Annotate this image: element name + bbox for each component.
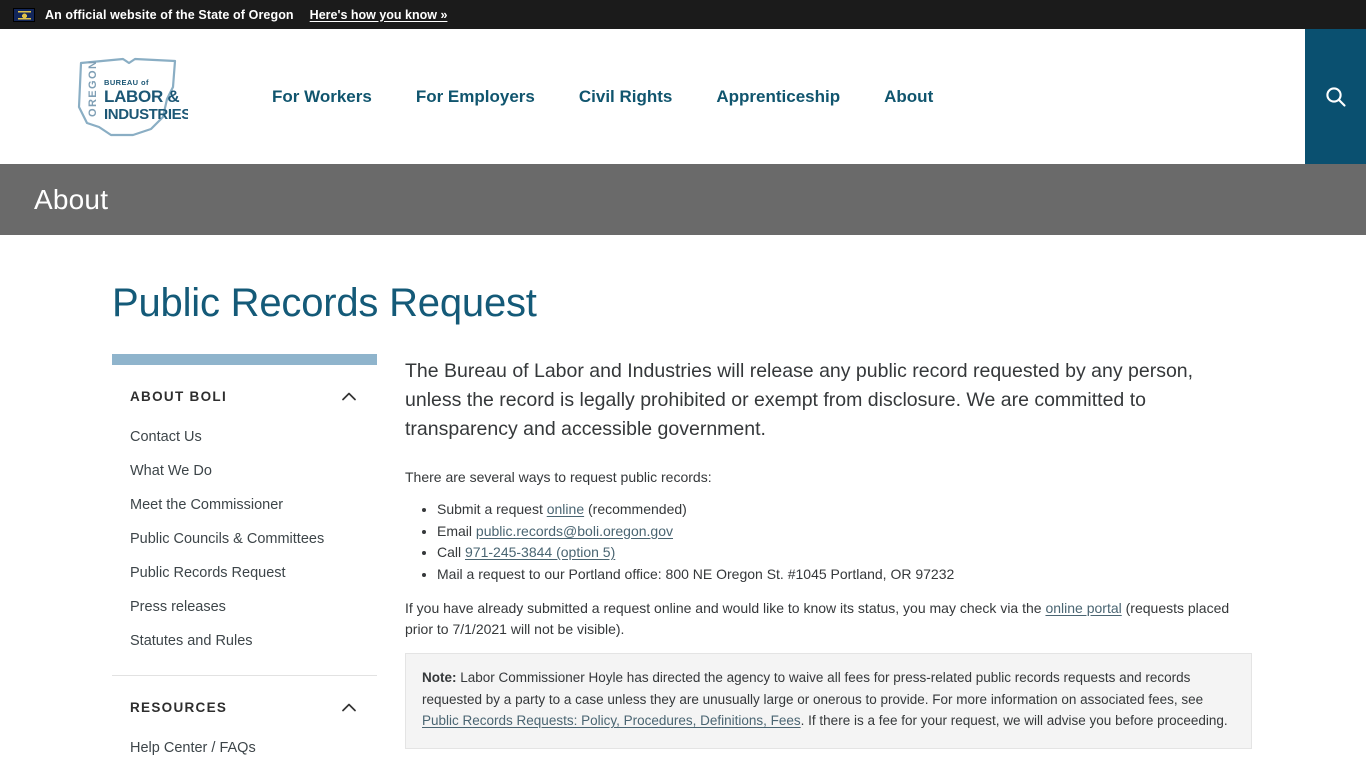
chevron-up-icon	[342, 392, 356, 401]
nav-item-for-workers[interactable]: For Workers	[250, 77, 394, 117]
email-link[interactable]: public.records@boli.oregon.gov	[476, 523, 673, 539]
boli-logo[interactable]: OREGON BUREAU of LABOR & INDUSTRIES	[0, 47, 250, 147]
nav-item-civil-rights[interactable]: Civil Rights	[557, 77, 695, 117]
note-prefix: Labor Commissioner Hoyle has directed th…	[422, 670, 1204, 707]
sidebar-item-contact-us[interactable]: Contact Us	[112, 420, 377, 454]
method-prefix: Mail a request to our Portland office: 8…	[437, 565, 955, 582]
online-portal-link[interactable]: online portal	[1045, 600, 1121, 616]
status-prefix: If you have already submitted a request …	[405, 600, 1046, 616]
nav-item-for-employers[interactable]: For Employers	[394, 77, 557, 117]
status-paragraph: If you have already submitted a request …	[405, 598, 1253, 640]
heres-how-you-know-link[interactable]: Here's how you know »	[310, 8, 448, 22]
sidebar-item-statutes-and-rules[interactable]: Statutes and Rules	[112, 624, 377, 658]
svg-text:INDUSTRIES: INDUSTRIES	[104, 106, 188, 123]
official-gov-banner: An official website of the State of Oreg…	[0, 0, 1366, 29]
note-suffix: . If there is a fee for your request, we…	[800, 713, 1228, 728]
fees-note-box: Note: Labor Commissioner Hoyle has direc…	[405, 653, 1252, 749]
list-item: Submit a request online (recommended)	[437, 499, 1253, 521]
method-prefix: Call	[437, 544, 466, 560]
sidebar-item-help-center-faqs[interactable]: Help Center / FAQs	[112, 731, 377, 765]
sidebar-item-meet-the-commissioner[interactable]: Meet the Commissioner	[112, 488, 377, 522]
oregon-state-flag-icon	[13, 7, 35, 22]
method-prefix: Submit a request	[437, 501, 547, 517]
sidebar-item-press-releases[interactable]: Press releases	[112, 590, 377, 624]
lede-paragraph: The Bureau of Labor and Industries will …	[405, 360, 1194, 440]
sidebar-item-what-we-do[interactable]: What We Do	[112, 454, 377, 488]
list-item: Email public.records@boli.oregon.gov	[437, 521, 1253, 543]
main-content: The Bureau of Labor and Industries will …	[405, 354, 1253, 768]
method-suffix: (recommended)	[584, 501, 687, 517]
sidebar-section-resources: RESOURCES Help Center / FAQs	[112, 676, 377, 768]
nav-item-about[interactable]: About	[862, 77, 955, 117]
svg-text:BUREAU of: BUREAU of	[104, 78, 149, 87]
sidebar-accent-bar	[112, 354, 377, 365]
phone-link[interactable]: 971-245-3844 (option 5)	[465, 544, 615, 560]
search-icon	[1325, 86, 1346, 107]
page-title: Public Records Request	[112, 281, 537, 325]
sidebar-section-header-about-boli[interactable]: ABOUT BOLI	[112, 365, 377, 420]
sidebar-section-header-resources[interactable]: RESOURCES	[112, 676, 377, 731]
section-banner-title: About	[34, 183, 109, 215]
section-banner: About	[0, 164, 1366, 235]
svg-text:OREGON: OREGON	[87, 59, 99, 116]
nav-item-apprenticeship[interactable]: Apprenticeship	[694, 77, 862, 117]
request-methods-list: Submit a request online (recommended) Em…	[423, 499, 1253, 585]
sidebar-section-title: ABOUT BOLI	[130, 389, 227, 404]
sidebar-section-about-boli: ABOUT BOLI Contact Us What We Do Meet th…	[112, 365, 377, 676]
svg-text:LABOR &: LABOR &	[104, 87, 179, 106]
main-navigation: For Workers For Employers Civil Rights A…	[250, 77, 955, 117]
sidebar-section-title: RESOURCES	[130, 700, 228, 715]
sidebar: ABOUT BOLI Contact Us What We Do Meet th…	[112, 354, 377, 768]
site-header: OREGON BUREAU of LABOR & INDUSTRIES For …	[0, 29, 1366, 164]
online-request-link[interactable]: online	[547, 501, 584, 517]
list-item: Call 971-245-3844 (option 5)	[437, 542, 1253, 564]
public-records-policy-link[interactable]: Public Records Requests: Policy, Procedu…	[422, 713, 801, 728]
chevron-up-icon	[342, 703, 356, 712]
sidebar-item-public-records-request[interactable]: Public Records Request	[112, 556, 377, 590]
gov-banner-text: An official website of the State of Oreg…	[45, 7, 294, 22]
intro-paragraph: There are several ways to request public…	[405, 469, 712, 485]
search-button[interactable]	[1305, 29, 1366, 164]
method-prefix: Email	[437, 522, 476, 539]
sidebar-item-public-councils-committees[interactable]: Public Councils & Committees	[112, 522, 377, 556]
oregon-outline-logo-svg: OREGON BUREAU of LABOR & INDUSTRIES	[77, 57, 188, 136]
note-label: Note:	[422, 670, 457, 685]
content-row: ABOUT BOLI Contact Us What We Do Meet th…	[0, 326, 1366, 768]
list-item: Mail a request to our Portland office: 8…	[437, 564, 1253, 586]
